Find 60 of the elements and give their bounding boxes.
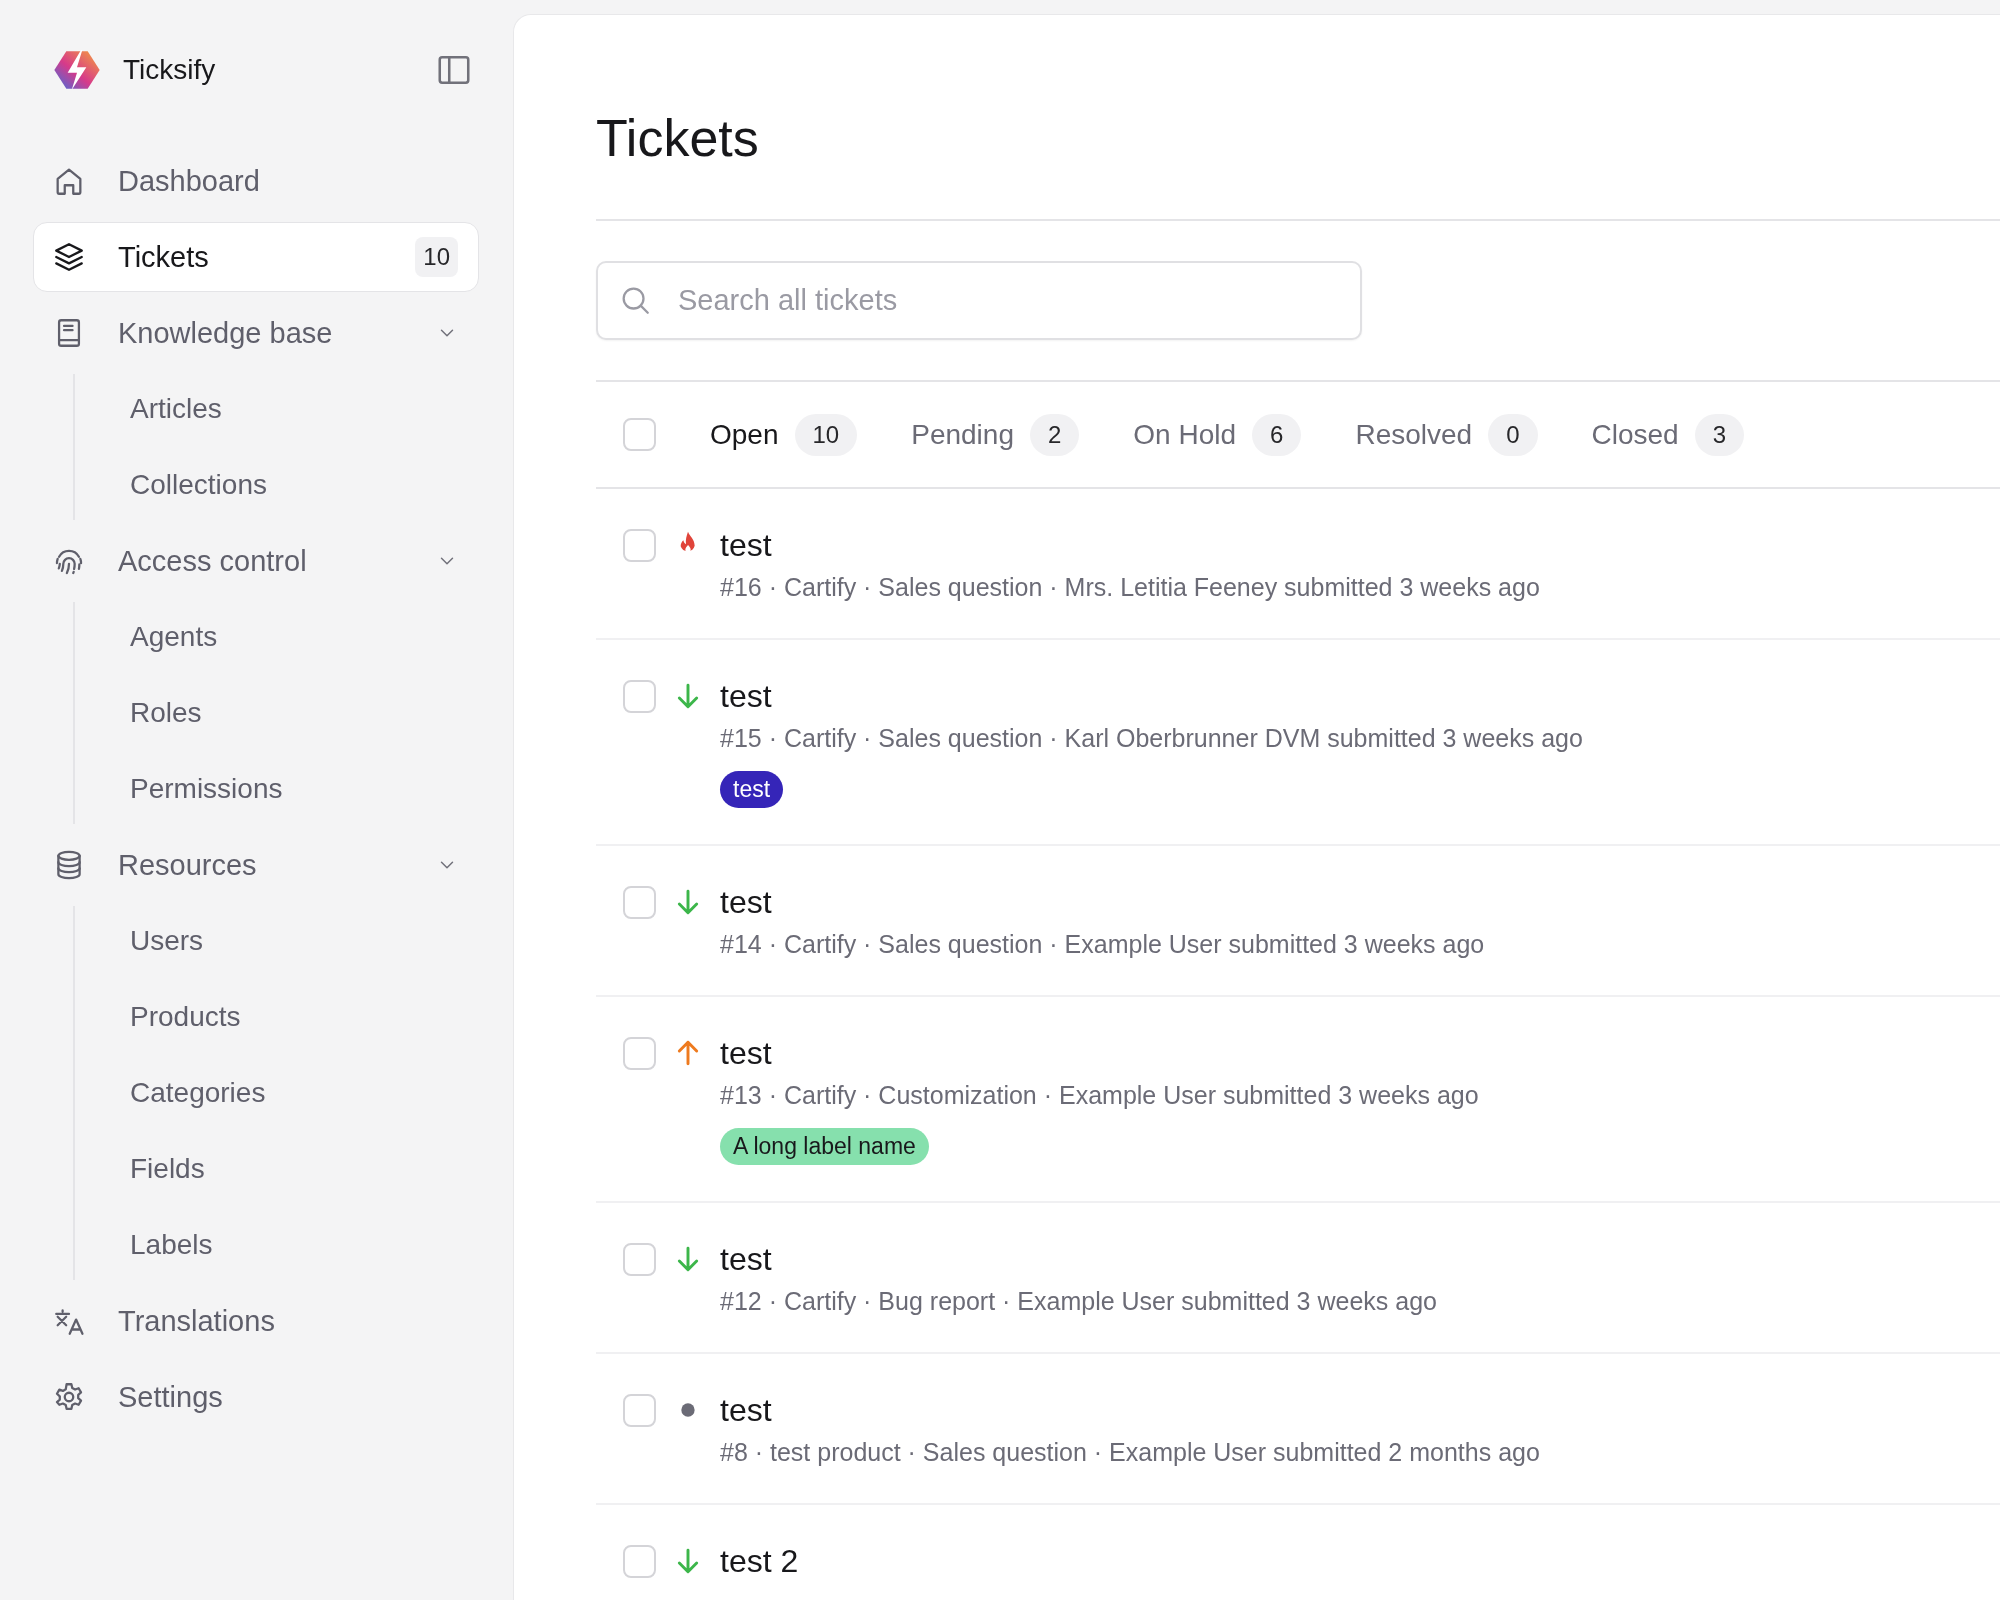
ticket-meta: #8 · test product · Sales question · Example User submitted 2 months ago bbox=[720, 1438, 1540, 1468]
count-badge: 3 bbox=[1694, 413, 1745, 456]
app-name: Ticksify bbox=[123, 54, 217, 86]
nav-subitem[interactable]: Collections bbox=[130, 450, 479, 520]
ticket-label: A long label name bbox=[720, 1128, 929, 1166]
tab-label: Pending bbox=[911, 418, 1014, 451]
tab-label: Closed bbox=[1591, 418, 1679, 451]
status-tab[interactable]: Pending 2 bbox=[911, 413, 1080, 456]
checkbox[interactable] bbox=[623, 680, 656, 714]
ticket-title[interactable]: test bbox=[720, 678, 772, 715]
nav-subitem[interactable]: Roles bbox=[130, 678, 479, 748]
count-badge: 2 bbox=[1029, 413, 1080, 456]
nav-item[interactable]: Settings bbox=[33, 1362, 479, 1432]
status-tab[interactable]: Open 10 bbox=[710, 413, 858, 456]
count-badge: 10 bbox=[415, 237, 458, 277]
nav-item[interactable]: Dashboard bbox=[33, 146, 479, 216]
tab-label: On Hold bbox=[1133, 418, 1237, 451]
tab-label: Resolved bbox=[1355, 418, 1473, 451]
nav-item[interactable]: Access control bbox=[33, 526, 479, 596]
checkbox[interactable] bbox=[623, 1037, 656, 1071]
count-badge: 0 bbox=[1488, 413, 1538, 456]
nav-subitem[interactable]: Categories bbox=[130, 1058, 479, 1128]
ticket-title[interactable]: test 2 bbox=[720, 1543, 799, 1580]
ticket-meta: #12 · Cartify · Bug report · Example User submitted 3 weeks ago bbox=[720, 1287, 1437, 1317]
status-tab[interactable]: Closed 3 bbox=[1591, 413, 1745, 456]
checkbox[interactable] bbox=[623, 1243, 656, 1277]
checkbox[interactable] bbox=[623, 1394, 656, 1428]
nav-subitem[interactable]: Labels bbox=[130, 1210, 479, 1280]
nav-item[interactable]: Tickets 10 bbox=[33, 222, 479, 292]
nav-item[interactable]: Translations bbox=[33, 1286, 479, 1356]
checkbox[interactable] bbox=[623, 886, 656, 920]
page-title: Tickets bbox=[596, 110, 760, 168]
nav-subitem[interactable]: Users bbox=[130, 906, 479, 976]
ticket-title[interactable]: test bbox=[720, 1241, 772, 1278]
ticket-title[interactable]: test bbox=[720, 1392, 772, 1429]
nav-item[interactable]: Knowledge base bbox=[33, 298, 479, 368]
status-tab[interactable]: On Hold 6 bbox=[1133, 413, 1302, 456]
checkbox[interactable] bbox=[623, 1545, 656, 1579]
ticket-title[interactable]: test bbox=[720, 884, 772, 921]
checkbox[interactable] bbox=[623, 529, 656, 563]
ticket-meta: #15 · Cartify · Sales question · Karl Oberbrunner DVM submitted 3 weeks ago bbox=[720, 724, 1583, 754]
count-badge: 6 bbox=[1252, 413, 1302, 456]
checkbox[interactable] bbox=[623, 418, 656, 452]
ticket-title[interactable]: test bbox=[720, 527, 772, 564]
nav-subitem[interactable]: Products bbox=[130, 982, 479, 1052]
nav-subitem[interactable]: Agents bbox=[130, 602, 479, 672]
ticket-meta: #13 · Cartify · Customization · Example User submitted 3 weeks ago bbox=[720, 1081, 1479, 1111]
ticket-meta: #14 · Cartify · Sales question · Example User submitted 3 weeks ago bbox=[720, 930, 1485, 960]
status-tab[interactable]: Resolved 0 bbox=[1355, 413, 1538, 456]
ticket-label: test bbox=[720, 771, 784, 809]
ticket-title[interactable]: test bbox=[720, 1035, 772, 1072]
ticket-meta: #16 · Cartify · Sales question · Mrs. Letitia Feeney submitted 3 weeks ago bbox=[720, 573, 1540, 603]
nav-item[interactable]: Resources bbox=[33, 830, 479, 900]
nav-subitem[interactable]: Fields bbox=[130, 1134, 479, 1204]
layers-icon bbox=[52, 240, 86, 274]
tab-label: Open bbox=[710, 418, 779, 451]
count-badge: 10 bbox=[794, 413, 858, 456]
nav-subitem[interactable]: Permissions bbox=[130, 754, 479, 824]
search-field[interactable]: Search all tickets bbox=[596, 261, 1362, 341]
nav-subitem[interactable]: Articles bbox=[130, 374, 479, 444]
